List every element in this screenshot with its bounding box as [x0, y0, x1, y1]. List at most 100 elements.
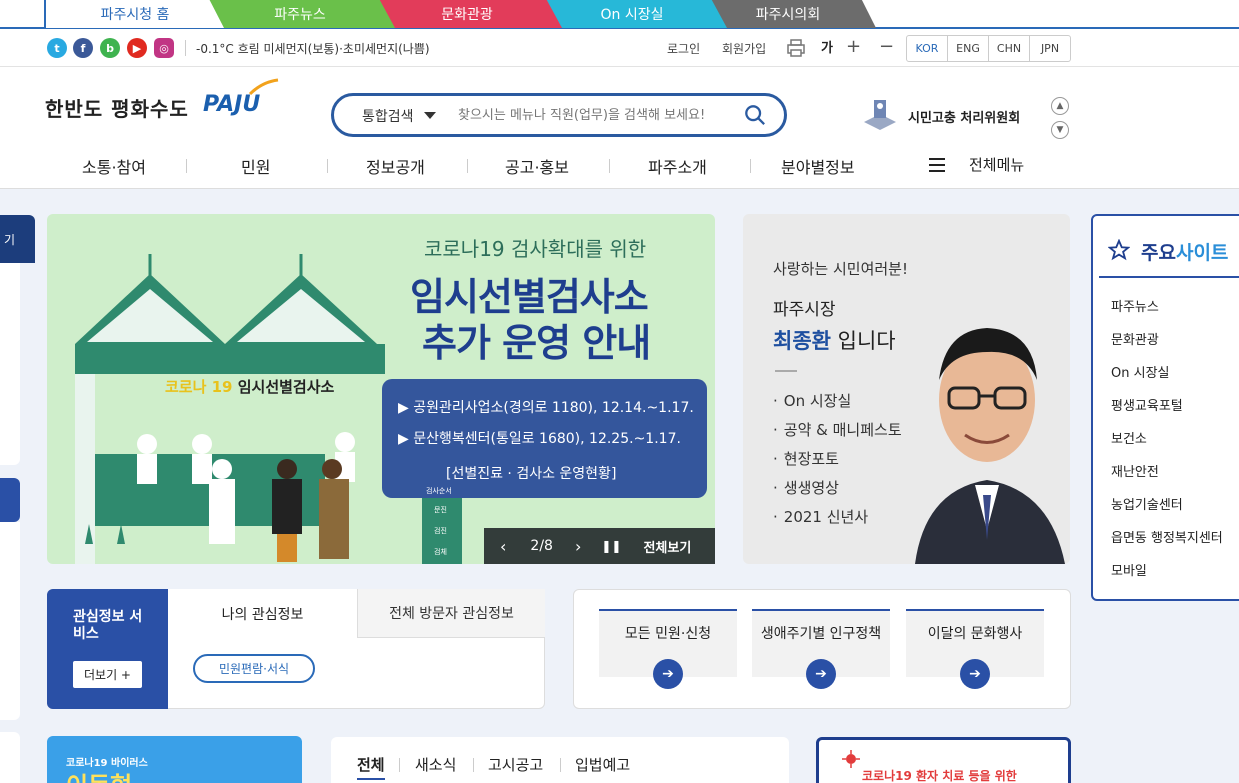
twitter-icon[interactable]: t — [47, 38, 67, 58]
greeting-line1: 사랑하는 시민여러분! — [773, 260, 908, 278]
link-field-photo[interactable]: 현장포토 — [773, 448, 839, 469]
interest-title: 관심정보 서비스 — [73, 609, 143, 642]
gnb-civil[interactable]: 민원 — [241, 154, 270, 178]
mayor-photo — [915, 328, 1065, 564]
site-link-disaster[interactable]: 재난안전 — [1111, 461, 1159, 480]
gnb-about-paju[interactable]: 파주소개 — [648, 154, 707, 178]
chevron-down-icon[interactable]: ▼ — [1051, 121, 1069, 139]
link-pledges[interactable]: 공약 & 매니페스토 — [773, 419, 902, 440]
font-plus-button[interactable]: + — [846, 36, 861, 57]
greeting-suffix: 입니다 — [830, 329, 896, 353]
left-panel-bottom — [0, 732, 20, 783]
gnb-notice-pr[interactable]: 공고·홍보 — [505, 154, 569, 178]
lang-eng[interactable]: ENG — [948, 36, 989, 61]
banner-title-line2: 추가 운영 안내 — [422, 321, 651, 365]
site-logo-text[interactable]: 한반도 평화수도 — [45, 93, 189, 122]
search-scope-select[interactable]: 통합검색 — [362, 106, 414, 126]
blog-icon[interactable]: b — [100, 38, 120, 58]
banner-booth-label: 코로나 19 임시선별검사소 — [165, 376, 334, 397]
link-mayor-office[interactable]: On 시장실 — [773, 390, 851, 411]
arrow-right-icon[interactable]: ➔ — [960, 659, 990, 689]
booth-sign-sample: 검체 — [434, 548, 447, 556]
print-icon[interactable] — [786, 38, 806, 58]
left-panel-blue — [0, 478, 20, 522]
tab-mayor-office[interactable]: On 시장실 — [537, 0, 727, 28]
tab-all-interest[interactable]: 전체 방문자 관심정보 — [357, 589, 545, 638]
facebook-icon[interactable]: f — [73, 38, 93, 58]
tab-paju-news[interactable]: 파주뉴스 — [205, 0, 395, 28]
site-link-agriculture[interactable]: 농업기술센터 — [1111, 494, 1183, 513]
gnb-divider — [467, 159, 468, 173]
news-divider — [473, 758, 474, 772]
greeting-line2: 파주시장 — [773, 300, 836, 320]
prev-icon[interactable]: ‹ — [500, 537, 506, 556]
arrow-right-icon[interactable]: ➔ — [806, 659, 836, 689]
divider — [185, 40, 186, 56]
all-menu-button[interactable]: 전체메뉴 — [969, 154, 1024, 175]
gnb-field-info[interactable]: 분야별정보 — [781, 154, 855, 178]
left-panel-lower — [0, 522, 20, 720]
arrow-right-icon[interactable]: ➔ — [653, 659, 683, 689]
instagram-icon[interactable]: ◎ — [154, 38, 174, 58]
lang-jpn[interactable]: JPN — [1030, 36, 1070, 61]
civil-forms-tag[interactable]: 민원편람·서식 — [193, 654, 315, 683]
key-sites-title-a: 주요 — [1141, 242, 1176, 264]
banner-info-box: ▶ 공원관리사업소(경의로 1180), 12.14.~1.17. ▶ 문산행복… — [382, 379, 707, 498]
next-icon[interactable]: › — [575, 537, 581, 556]
quick-label: 모든 민원·신청 — [624, 626, 712, 642]
lang-kor[interactable]: KOR — [907, 36, 948, 61]
booth-label-prefix: 코로나 19 — [165, 378, 233, 396]
caret-down-icon[interactable] — [424, 112, 436, 119]
pause-icon[interactable]: ❚❚ — [601, 539, 621, 553]
notice-text: 코로나19 환자 치료 등을 위한 — [862, 769, 1017, 783]
banner-controls: ‹ 2/8 › ❚❚ 전체보기 — [484, 528, 715, 564]
site-link-news[interactable]: 파주뉴스 — [1111, 296, 1159, 315]
site-link-mobile[interactable]: 모바일 — [1111, 560, 1147, 579]
gnb-participation[interactable]: 소통·참여 — [82, 154, 146, 178]
view-all-button[interactable]: 전체보기 — [643, 537, 691, 556]
gnb-info-disclosure[interactable]: 정보공개 — [366, 154, 425, 178]
grievance-committee-link[interactable]: 시민고충 처리위원회 — [908, 107, 1020, 126]
left-panel-tab[interactable]: 기 — [0, 215, 35, 263]
chevron-up-icon[interactable]: ▲ — [1051, 97, 1069, 115]
banner-location-2: ▶ 문산행복센터(통일로 1680), 12.25.~1.17. — [398, 431, 681, 447]
site-link-health[interactable]: 보건소 — [1111, 428, 1147, 447]
star-icon — [1108, 239, 1130, 261]
news-tab-legislation[interactable]: 입법예고 — [575, 754, 630, 775]
menu-icon[interactable] — [929, 158, 945, 172]
booth-label-text: 임시선별검사소 — [237, 378, 335, 396]
weather-info: -0.1°C 흐림 미세먼지(보통)·초미세먼지(나쁨) — [196, 42, 430, 56]
join-link[interactable]: 회원가입 — [722, 40, 766, 57]
interest-more-button[interactable]: 더보기 + — [73, 661, 142, 688]
grievance-committee-label: 시민고충 처리위원회 — [908, 111, 1021, 126]
key-sites-title-b: 사이트 — [1175, 242, 1229, 264]
key-sites-title: 주요사이트 — [1141, 238, 1228, 265]
lang-chn[interactable]: CHN — [989, 36, 1030, 61]
link-new-year-speech[interactable]: 2021 신년사 — [773, 506, 868, 527]
tab-culture-tour[interactable]: 문화관광 — [372, 0, 562, 28]
site-link-culture[interactable]: 문화관광 — [1111, 329, 1159, 348]
news-tab-notice[interactable]: 고시공고 — [488, 754, 543, 775]
banner-location-1: ▶ 공원관리사업소(경의로 1180), 12.14.~1.17. — [398, 400, 694, 416]
youtube-icon[interactable]: ▶ — [127, 38, 147, 58]
tab-paju-home[interactable]: 파주시청 홈 — [44, 0, 224, 28]
link-live-video[interactable]: 생생영상 — [773, 477, 839, 498]
search-input[interactable] — [458, 103, 728, 127]
site-link-district[interactable]: 읍면동 행정복지센터 — [1111, 527, 1223, 546]
site-link-mayor[interactable]: On 시장실 — [1111, 362, 1169, 381]
search-icon[interactable] — [744, 104, 766, 126]
tab-city-council[interactable]: 파주시의회 — [700, 0, 876, 28]
quick-label: 생애주기별 인구정책 — [760, 626, 882, 642]
logo-swoosh-icon — [248, 78, 279, 96]
banner-status-link[interactable]: [선별진료 · 검사소 운영현황] — [446, 463, 616, 483]
news-divider — [399, 758, 400, 772]
news-tab-new[interactable]: 새소식 — [415, 754, 456, 775]
gnb-divider — [750, 159, 751, 173]
site-link-education[interactable]: 평생교육포털 — [1111, 395, 1183, 414]
mayor-name: 최종환 — [773, 329, 831, 353]
tab-my-interest[interactable]: 나의 관심정보 — [168, 589, 357, 638]
news-tab-all[interactable]: 전체 — [357, 754, 385, 775]
grievance-committee-icon[interactable] — [860, 94, 900, 134]
font-minus-button[interactable]: − — [879, 36, 894, 57]
login-link[interactable]: 로그인 — [667, 40, 700, 57]
